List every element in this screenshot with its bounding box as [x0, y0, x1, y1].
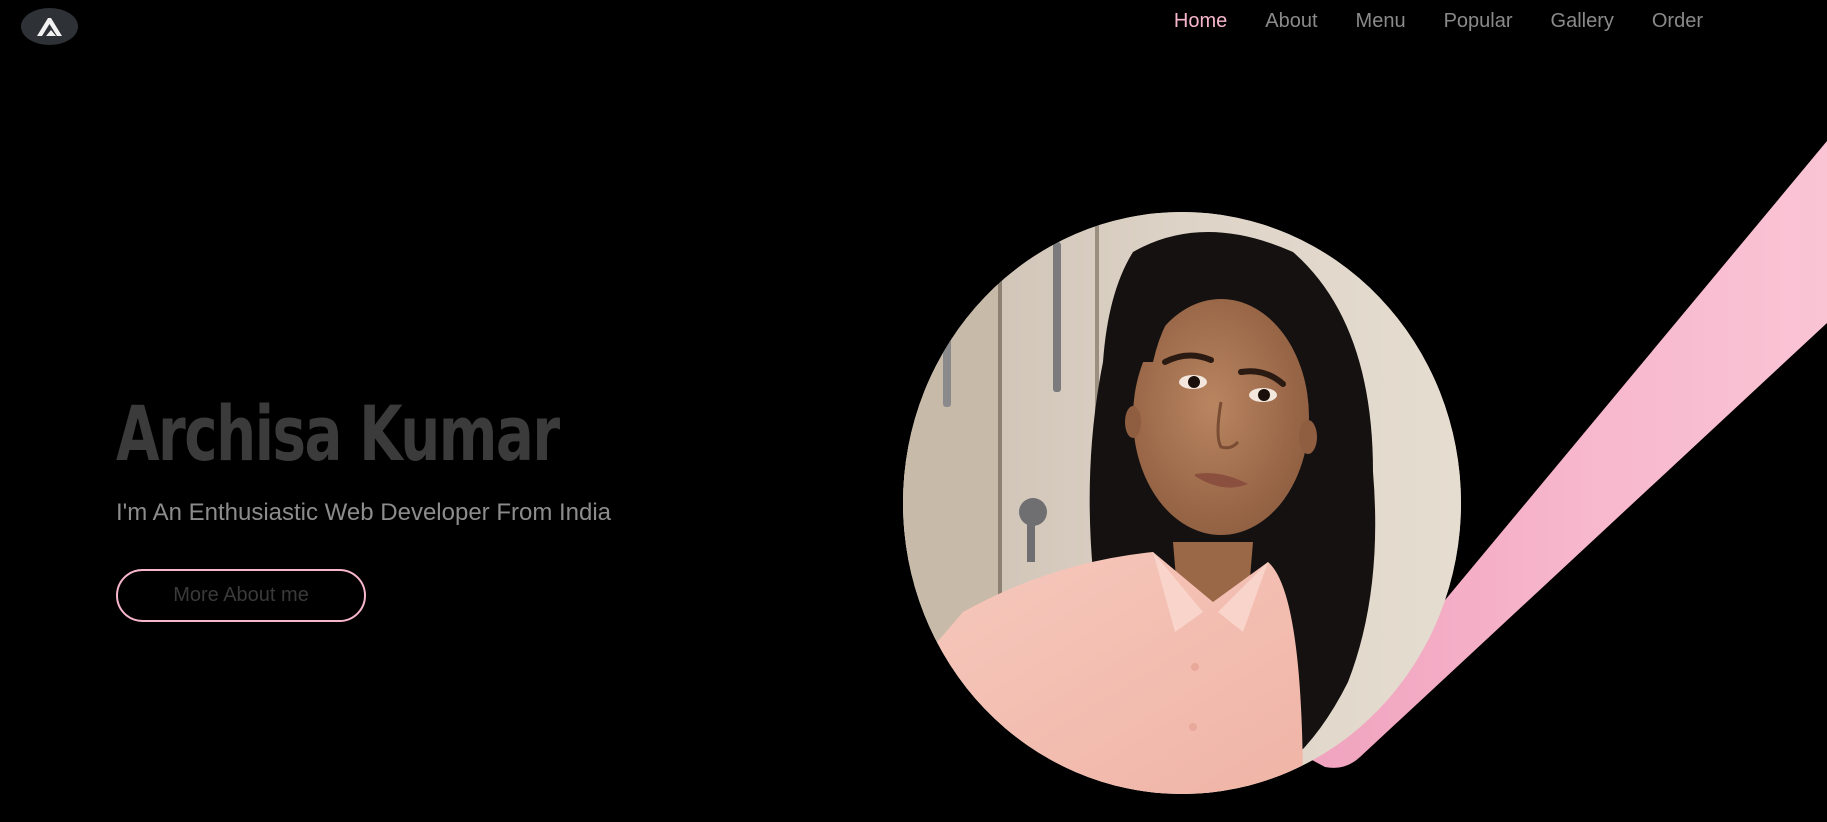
nav-menu[interactable]: Menu — [1337, 8, 1425, 34]
main-nav: Home About Menu Popular Gallery Order — [1155, 8, 1722, 34]
nav-home[interactable]: Home — [1155, 8, 1246, 34]
letter-a-logo-icon — [36, 17, 62, 36]
logo[interactable] — [21, 8, 78, 45]
portrait-illustration — [903, 212, 1461, 794]
home-page: Home About Menu Popular Gallery Order Ar… — [0, 0, 1827, 822]
nav-gallery[interactable]: Gallery — [1532, 8, 1633, 34]
more-about-me-button[interactable]: More About me — [116, 569, 366, 622]
hero-title: Archisa Kumar — [116, 389, 560, 478]
nav-order[interactable]: Order — [1633, 8, 1722, 34]
nav-about[interactable]: About — [1246, 8, 1336, 34]
nav-popular[interactable]: Popular — [1425, 8, 1532, 34]
hero-subtitle: I'm An Enthusiastic Web Developer From I… — [116, 499, 612, 526]
profile-photo — [903, 212, 1461, 794]
